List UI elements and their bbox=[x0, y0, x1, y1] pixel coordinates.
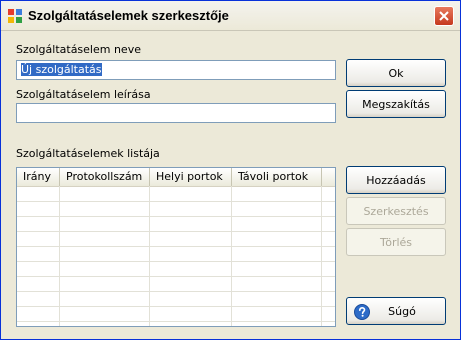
grid-line bbox=[17, 201, 335, 202]
name-input[interactable]: Új szolgáltatás bbox=[16, 60, 336, 80]
ok-button[interactable]: Ok bbox=[346, 59, 446, 87]
name-input-value: Új szolgáltatás bbox=[21, 63, 102, 76]
help-button-label: Súgó bbox=[388, 304, 416, 318]
app-logo-icon bbox=[8, 9, 22, 23]
grid-line bbox=[17, 306, 335, 307]
description-input[interactable] bbox=[16, 103, 336, 123]
delete-button-label: Törlés bbox=[379, 235, 413, 249]
name-label: Szolgáltatáselem neve bbox=[16, 43, 141, 56]
title-bar[interactable]: Szolgáltatáselemek szerkesztője bbox=[1, 1, 460, 31]
list-label: Szolgáltatáselemek listája bbox=[16, 147, 160, 160]
grid-line bbox=[17, 291, 335, 292]
list-header: Irány Protokollszám Helyi portok Távoli … bbox=[17, 168, 335, 187]
column-header-direction[interactable]: Irány bbox=[17, 168, 60, 186]
grid-line bbox=[17, 321, 335, 322]
grid-line bbox=[17, 276, 335, 277]
edit-button-label: Szerkesztés bbox=[363, 204, 429, 218]
cancel-button-label: Megszakítás bbox=[362, 97, 430, 111]
cancel-button[interactable]: Megszakítás bbox=[346, 90, 446, 118]
grid-line bbox=[17, 216, 335, 217]
grid-line bbox=[17, 246, 335, 247]
add-button[interactable]: Hozzáadás bbox=[346, 166, 446, 194]
description-label: Szolgáltatáselem leírása bbox=[16, 88, 151, 101]
edit-button[interactable]: Szerkesztés bbox=[346, 197, 446, 225]
grid-line bbox=[17, 231, 335, 232]
close-icon bbox=[439, 11, 449, 21]
grid-line bbox=[17, 261, 335, 262]
delete-button[interactable]: Törlés bbox=[346, 228, 446, 256]
service-list[interactable]: Irány Protokollszám Helyi portok Távoli … bbox=[16, 167, 336, 327]
window-title: Szolgáltatáselemek szerkesztője bbox=[28, 8, 229, 23]
dialog-window: Szolgáltatáselemek szerkesztője Szolgált… bbox=[0, 0, 461, 340]
column-header-local-ports[interactable]: Helyi portok bbox=[150, 168, 232, 186]
close-button[interactable] bbox=[434, 6, 454, 26]
ok-button-label: Ok bbox=[388, 66, 404, 80]
help-button[interactable]: Súgó bbox=[346, 297, 446, 325]
column-header-protocol[interactable]: Protokollszám bbox=[60, 168, 150, 186]
add-button-label: Hozzáadás bbox=[366, 173, 426, 187]
column-header-remote-ports[interactable]: Távoli portok bbox=[232, 168, 322, 186]
